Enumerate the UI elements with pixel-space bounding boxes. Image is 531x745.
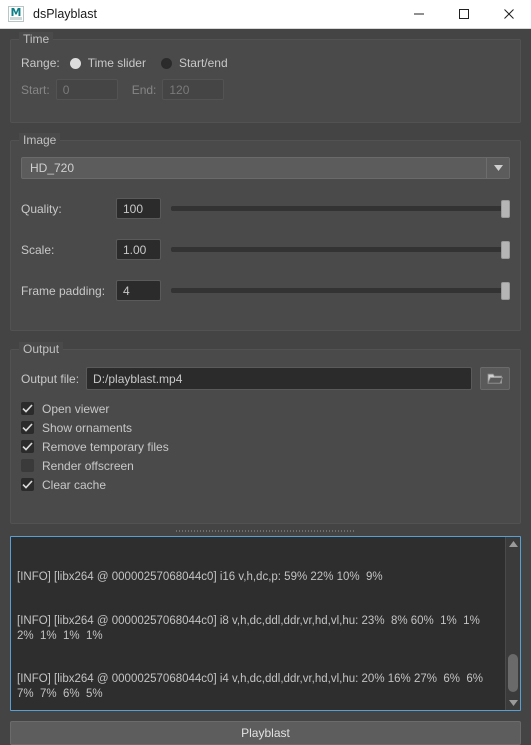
radio-time-slider[interactable] <box>69 57 81 69</box>
frame-padding-slider-handle[interactable] <box>501 281 510 300</box>
playblast-button-label: Playblast <box>241 726 290 740</box>
log-output-panel[interactable]: [INFO] [libx264 @ 00000257068044c0] i16 … <box>10 536 521 711</box>
range-label: Range: <box>21 56 60 70</box>
frame-padding-slider-row: Frame padding: 4 <box>21 280 510 301</box>
close-button[interactable] <box>486 0 531 28</box>
radio-start-end-label[interactable]: Start/end <box>179 56 228 70</box>
chevron-down-icon[interactable] <box>486 158 509 178</box>
browse-output-button[interactable] <box>480 367 510 390</box>
folder-icon <box>487 373 503 384</box>
checkbox-clear-cache-row[interactable]: Clear cache <box>21 475 510 494</box>
checkbox-remove-temporary-files-label[interactable]: Remove temporary files <box>42 440 169 454</box>
quality-slider[interactable] <box>171 199 510 219</box>
splitter-handle[interactable] <box>10 526 521 535</box>
output-options-list: Open viewer Show ornaments Remove tempor… <box>21 399 510 494</box>
start-label: Start: <box>21 82 50 97</box>
checkbox-clear-cache-label[interactable]: Clear cache <box>42 478 106 492</box>
checkbox-open-viewer-label[interactable]: Open viewer <box>42 402 109 416</box>
checkbox-render-offscreen-row[interactable]: Render offscreen <box>21 456 510 475</box>
time-group-title: Time <box>19 32 54 46</box>
checkbox-open-viewer-row[interactable]: Open viewer <box>21 399 510 418</box>
frame-padding-input[interactable]: 4 <box>116 280 161 301</box>
quality-slider-row: Quality: 100 <box>21 198 510 219</box>
output-file-input[interactable]: D:/playblast.mp4 <box>86 367 472 390</box>
quality-input[interactable]: 100 <box>116 198 161 219</box>
log-line: [INFO] [libx264 @ 00000257068044c0] i16 … <box>17 571 383 584</box>
log-line: [INFO] [libx264 @ 00000257068044c0] i8 v… <box>17 614 487 642</box>
playblast-button[interactable]: Playblast <box>10 721 521 745</box>
triangle-down-icon[interactable] <box>506 696 520 710</box>
scale-label: Scale: <box>21 242 55 257</box>
frame-padding-slider-groove <box>171 288 510 293</box>
end-label: End: <box>131 82 157 97</box>
check-icon <box>22 404 33 413</box>
check-icon <box>22 423 33 432</box>
frame-padding-slider[interactable] <box>171 281 510 301</box>
quality-slider-handle[interactable] <box>501 199 510 218</box>
scale-slider-groove <box>171 247 510 252</box>
log-output-text[interactable]: [INFO] [libx264 @ 00000257068044c0] i16 … <box>11 537 505 710</box>
checkbox-remove-temporary-files-row[interactable]: Remove temporary files <box>21 437 510 456</box>
log-scrollbar-thumb[interactable] <box>508 654 518 692</box>
image-preset-value: HD_720 <box>30 161 75 175</box>
scale-slider-row: Scale: 1.00 <box>21 239 510 260</box>
window-title: dsPlayblast <box>33 7 97 21</box>
checkbox-clear-cache[interactable] <box>21 478 34 491</box>
checkbox-show-ornaments-label[interactable]: Show ornaments <box>42 421 132 435</box>
checkbox-render-offscreen-label[interactable]: Render offscreen <box>42 459 134 473</box>
check-icon <box>22 480 33 489</box>
minimize-button[interactable] <box>396 0 441 28</box>
triangle-up-icon[interactable] <box>506 537 520 551</box>
checkbox-render-offscreen[interactable] <box>21 459 34 472</box>
scale-slider[interactable] <box>171 240 510 260</box>
frame-padding-label: Frame padding: <box>21 283 106 298</box>
image-group: Image HD_720 Quality: 100 Scale: 1.00 Fr… <box>10 133 521 331</box>
radio-start-end[interactable] <box>160 57 172 69</box>
start-frame-input[interactable]: 0 <box>55 79 118 100</box>
scale-slider-handle[interactable] <box>501 240 510 259</box>
output-group-title: Output <box>19 342 64 356</box>
checkbox-remove-temporary-files[interactable] <box>21 440 34 453</box>
output-group: Output Output file: D:/playblast.mp4 Ope… <box>10 342 521 524</box>
end-frame-input[interactable]: 120 <box>162 79 225 100</box>
check-icon <box>22 442 33 451</box>
checkbox-show-ornaments-row[interactable]: Show ornaments <box>21 418 510 437</box>
window-body: Time Range: Time slider Start/end Start:… <box>0 29 531 745</box>
quality-slider-groove <box>171 206 510 211</box>
log-line: [INFO] [libx264 @ 00000257068044c0] i4 v… <box>17 673 490 700</box>
time-group: Time Range: Time slider Start/end Start:… <box>10 32 521 123</box>
radio-time-slider-label[interactable]: Time slider <box>88 56 146 70</box>
log-scrollbar-track[interactable] <box>506 551 520 696</box>
log-scrollbar[interactable] <box>505 537 520 710</box>
window-titlebar: M dsPlayblast <box>0 0 531 29</box>
scale-input[interactable]: 1.00 <box>116 239 161 260</box>
maya-app-icon: M <box>8 6 24 22</box>
image-preset-combobox[interactable]: HD_720 <box>21 157 510 179</box>
checkbox-open-viewer[interactable] <box>21 402 34 415</box>
window-controls <box>396 0 531 28</box>
image-group-title: Image <box>19 133 61 147</box>
output-file-label: Output file: <box>21 371 80 386</box>
checkbox-show-ornaments[interactable] <box>21 421 34 434</box>
quality-label: Quality: <box>21 201 62 216</box>
maximize-button[interactable] <box>441 0 486 28</box>
splitter-grip-dots <box>175 529 356 532</box>
